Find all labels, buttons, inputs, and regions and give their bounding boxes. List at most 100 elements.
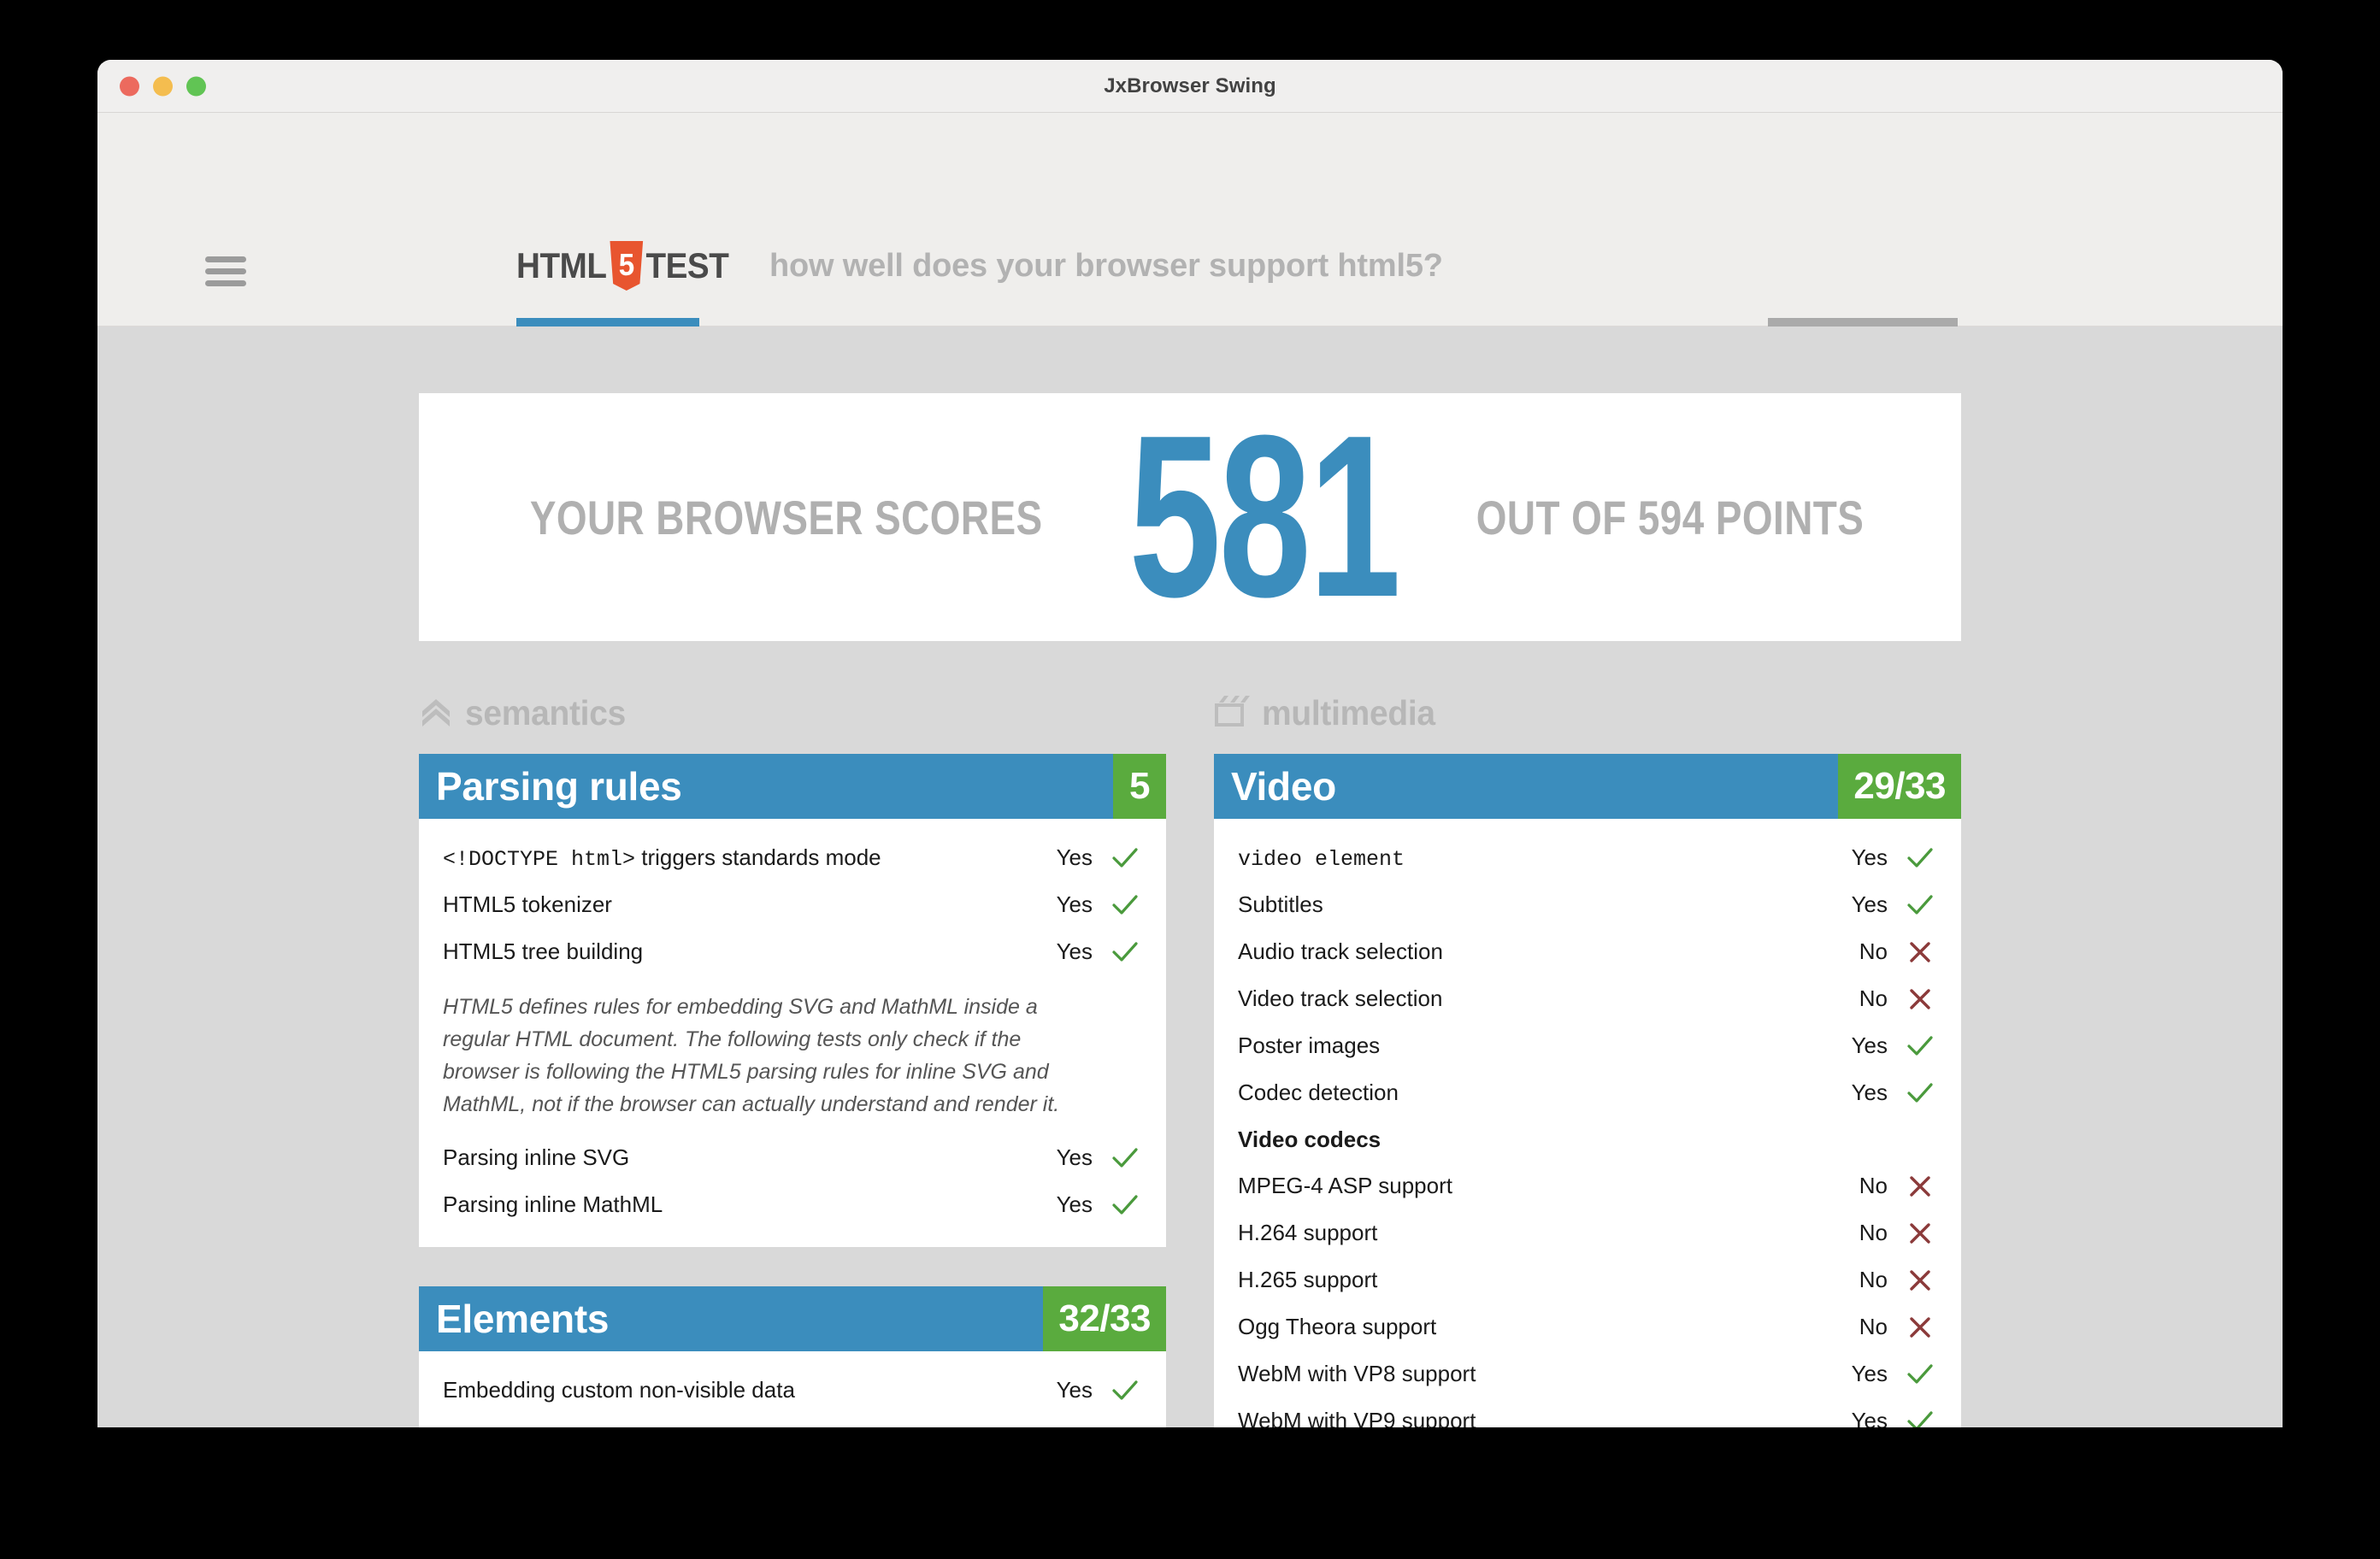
cross-icon — [1903, 985, 1937, 1014]
feature-label-suffix: triggers standards mode — [635, 844, 881, 870]
check-icon — [1903, 1407, 1937, 1427]
feature-verdict: Yes — [1851, 1408, 1888, 1427]
feature-label: Embedding custom non-visible data — [443, 1377, 795, 1403]
hamburger-bar — [205, 268, 246, 274]
feature-verdict: Yes — [1056, 891, 1093, 917]
feature-row: <!DOCTYPE html> triggers standards mode Y… — [443, 834, 1142, 881]
cross-icon — [1903, 1219, 1937, 1248]
feature-label: MathML support — [443, 1424, 1041, 1427]
feature-verdict: Yes — [1851, 891, 1888, 917]
minimize-window-button[interactable] — [153, 76, 173, 96]
feature-verdict: Yes — [1851, 1032, 1888, 1058]
cross-icon — [1903, 1172, 1937, 1201]
html5test-logo[interactable]: HTML 5 TEST — [516, 241, 729, 291]
page-content: YOUR BROWSER SCORES 581 OUT OF 594 POINT… — [97, 327, 2283, 1427]
feature-row: Parsing inline SVG Yes — [443, 1134, 1142, 1181]
category-label: multimedia — [1262, 692, 1435, 732]
section-header[interactable]: Video 29/33 — [1214, 754, 1961, 819]
category-heading-semantics: semantics — [419, 692, 1166, 733]
feature-row: Poster images Yes — [1238, 1022, 1937, 1069]
window-title: JxBrowser Swing — [1104, 74, 1276, 97]
feature-label: Subtitles — [1238, 891, 1323, 917]
window-titlebar: JxBrowser Swing — [97, 60, 2283, 113]
check-icon — [1108, 844, 1142, 873]
feature-row: video element Yes — [1238, 834, 1937, 881]
check-icon — [1108, 1191, 1142, 1220]
check-icon — [1108, 1376, 1142, 1405]
feature-verdict: Yes — [1056, 1377, 1093, 1403]
category-label: semantics — [465, 692, 626, 732]
brand-row: HTML 5 TEST how well does your browser s… — [516, 241, 1443, 291]
results-column: multimedia Video 29/33 video element Yes Subt… — [1214, 692, 1961, 1427]
section-body: video element Yes Subtitles Yes Audio track … — [1214, 819, 1961, 1427]
feature-verdict: Yes — [1851, 1361, 1888, 1386]
close-window-button[interactable] — [120, 76, 139, 96]
chevrons-up-icon — [419, 694, 453, 732]
section-note: HTML5 defines rules for embedding SVG an… — [443, 995, 1060, 1116]
feature-verdict: Yes — [1056, 1191, 1093, 1217]
feature-verdict: Yes — [1851, 1080, 1888, 1105]
check-icon — [1903, 891, 1937, 920]
feature-label: Ogg Theora support — [1238, 1314, 1437, 1339]
feature-row: WebM with VP9 support Yes — [1238, 1397, 1937, 1427]
hamburger-bar — [205, 256, 246, 262]
result-section: Parsing rules 5 <!DOCTYPE html> triggers s… — [419, 754, 1166, 1247]
html5-shield-icon: 5 — [608, 241, 644, 291]
section-title: Elements — [436, 1297, 610, 1341]
section-title: Video — [1231, 764, 1336, 809]
feature-verdict: No — [1859, 1267, 1888, 1292]
feature-label: WebM with VP9 support — [1238, 1408, 1476, 1427]
section-score-badge: 32/33 — [1043, 1286, 1166, 1351]
feature-label: H.265 support — [1238, 1267, 1378, 1292]
results-columns: semantics Parsing rules 5 <!DOCTYPE html> t… — [419, 692, 1961, 1427]
feature-verdict: No — [1859, 1220, 1888, 1245]
hamburger-bar — [205, 280, 246, 286]
hamburger-menu-icon[interactable] — [205, 256, 246, 286]
check-icon — [1108, 938, 1142, 967]
film-clapper-icon — [1214, 695, 1250, 732]
check-icon — [1108, 1423, 1142, 1427]
feature-label: H.264 support — [1238, 1220, 1378, 1245]
check-icon — [1903, 1079, 1937, 1108]
feature-row: WebM with VP8 support Yes — [1238, 1350, 1937, 1397]
maximize-window-button[interactable] — [186, 76, 206, 96]
feature-verdict: Yes — [1041, 1424, 1093, 1427]
feature-label: MPEG-4 ASP support — [1238, 1173, 1452, 1198]
feature-label-code: <!DOCTYPE html> — [443, 846, 636, 872]
logo-text-right: TEST — [645, 245, 729, 285]
feature-row: H.264 support No — [1238, 1209, 1937, 1256]
subsection-heading: Video codecs — [1238, 1126, 1381, 1152]
section-header[interactable]: Parsing rules 5 — [419, 754, 1166, 819]
feature-row: MathML supportYes — [443, 1414, 1142, 1427]
cross-icon — [1903, 938, 1937, 967]
feature-verdict: Yes — [1056, 1144, 1093, 1170]
feature-label-code: video element — [1238, 846, 1405, 872]
feature-row: Embedding custom non-visible data Yes — [443, 1367, 1142, 1414]
check-icon — [1108, 891, 1142, 920]
score-value: 581 — [1128, 388, 1401, 646]
section-score-badge: 29/33 — [1838, 754, 1961, 819]
feature-verdict: No — [1859, 1314, 1888, 1339]
section-title: Parsing rules — [436, 764, 682, 809]
feature-row: Subtitles Yes — [1238, 881, 1937, 928]
feature-label: Audio track selection — [1238, 938, 1443, 964]
feature-label: HTML5 tokenizer — [443, 891, 612, 917]
feature-row: Parsing inline MathML Yes — [443, 1181, 1142, 1228]
feature-row: HTML5 tree building Yes — [443, 928, 1142, 975]
section-body: <!DOCTYPE html> triggers standards mode Y… — [419, 819, 1166, 1247]
logo-text-left: HTML — [516, 245, 607, 285]
feature-row: Codec detection Yes — [1238, 1069, 1937, 1116]
feature-label: video element — [1238, 844, 1836, 872]
site-header: HTML 5 TEST how well does your browser s… — [97, 113, 2283, 368]
traffic-light-controls[interactable] — [120, 76, 206, 96]
feature-row: Ogg Theora support No — [1238, 1303, 1937, 1350]
section-score-badge: 5 — [1113, 754, 1166, 819]
feature-label: Poster images — [1238, 1032, 1381, 1058]
feature-label: Parsing inline SVG — [443, 1144, 630, 1170]
check-icon — [1108, 1144, 1142, 1173]
feature-verdict: Yes — [1851, 844, 1888, 870]
category-heading-multimedia: multimedia — [1214, 692, 1961, 733]
section-header[interactable]: Elements 32/33 — [419, 1286, 1166, 1351]
application-window: JxBrowser Swing HTML 5 TEST how well doe… — [97, 60, 2283, 1427]
score-lead-text: YOUR BROWSER SCORES — [529, 490, 1043, 544]
